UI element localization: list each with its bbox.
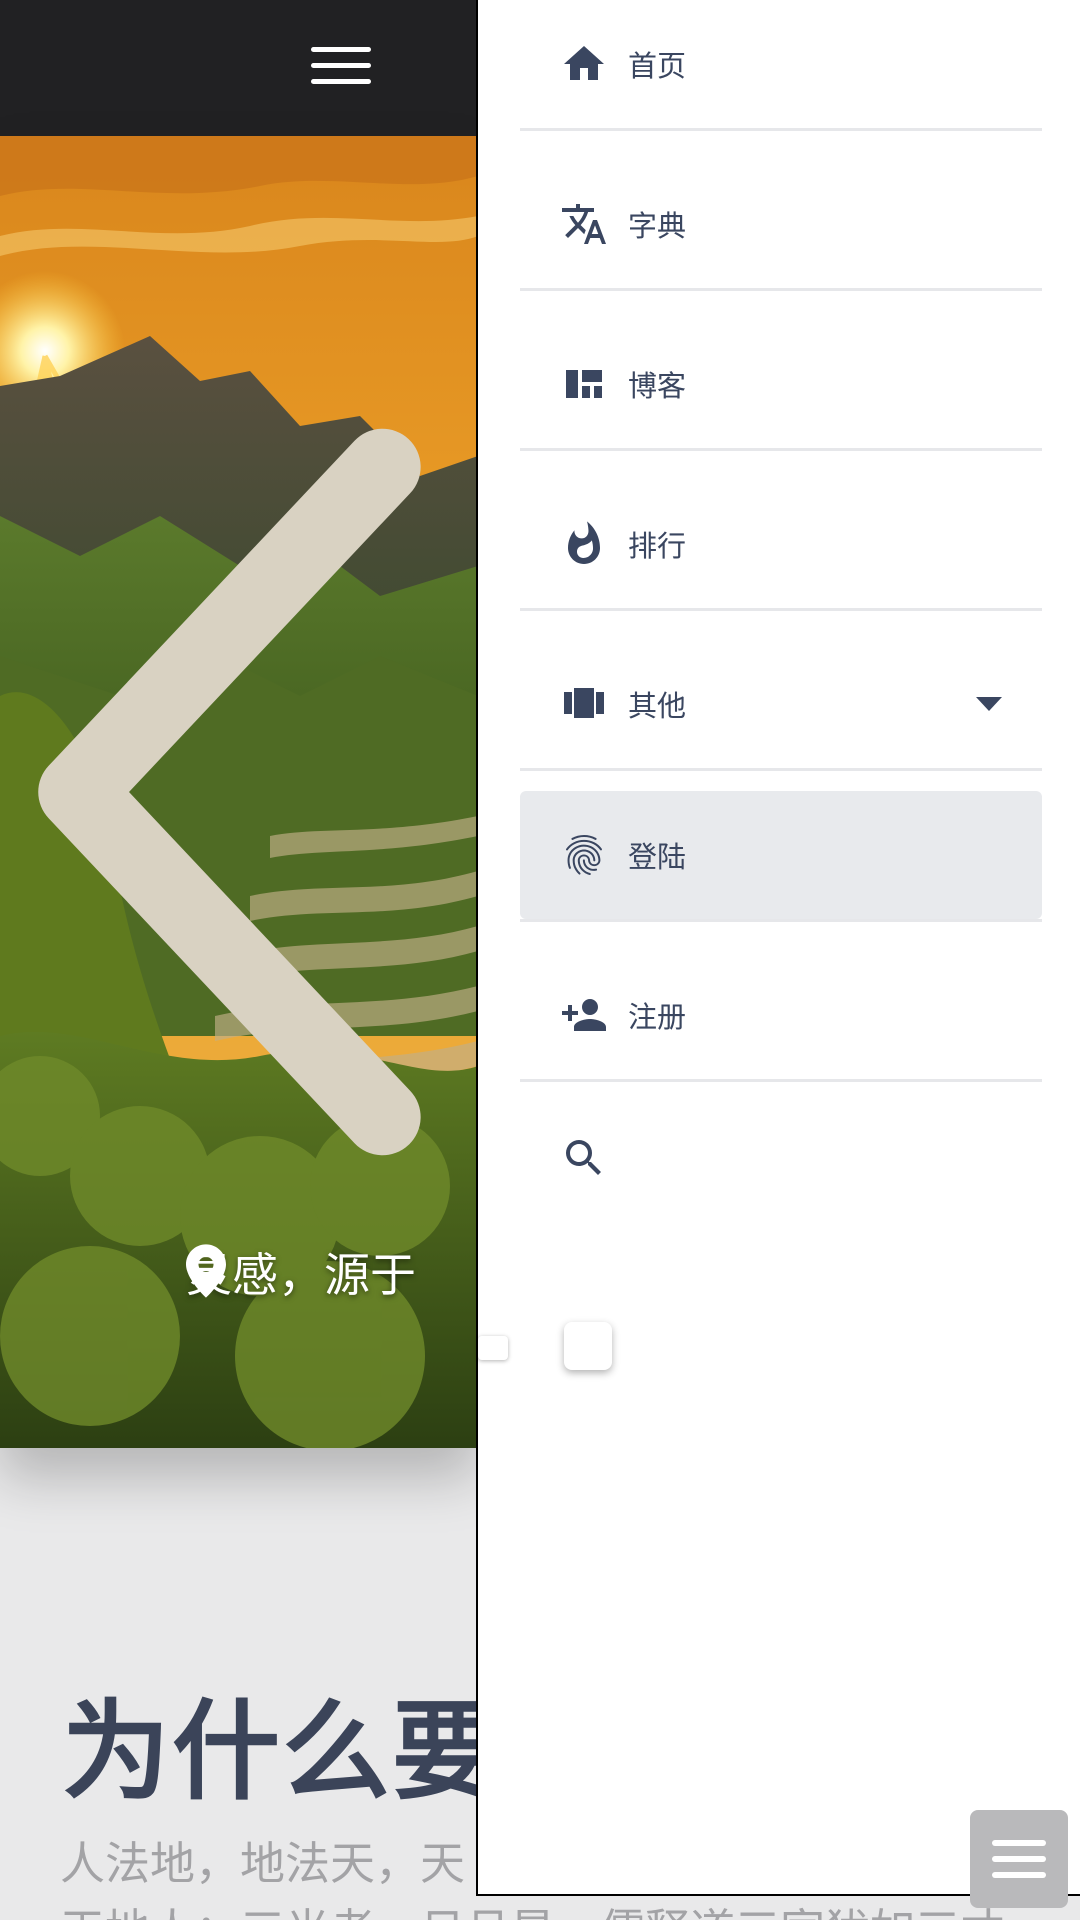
drawer-item-dictionary[interactable]: 字典 xyxy=(520,160,1042,291)
floating-menu-button[interactable] xyxy=(970,1810,1068,1908)
drawer-item-login[interactable]: 登陆 xyxy=(520,791,1042,922)
drawer-item-ranking[interactable]: 排行 xyxy=(520,480,1042,611)
top-nav-bar xyxy=(0,0,478,136)
drawer-item-label: 字典 xyxy=(628,209,687,243)
hero-caption: 灵感，源于 xyxy=(186,1244,416,1302)
drawer-item-label: 其他 xyxy=(628,689,687,723)
toggle-switch[interactable] xyxy=(564,1322,612,1370)
dashboard-icon xyxy=(566,370,602,398)
search-icon[interactable] xyxy=(560,1134,608,1182)
drawer-item-label: 博客 xyxy=(628,369,687,403)
fire-icon xyxy=(568,521,600,564)
drawer-item-home[interactable]: 首页 xyxy=(520,0,1042,131)
section-paragraph-line-2: 天地人；三光者，日月星，儒释道三家犹如三才 xyxy=(60,1894,1005,1920)
drawer-item-other[interactable]: 其他 xyxy=(520,640,1042,771)
location-pin-icon xyxy=(186,1244,226,1298)
hero-carousel: 灵感，源于 xyxy=(0,136,478,1448)
hamburger-icon[interactable] xyxy=(311,45,371,87)
person-add-icon xyxy=(562,999,606,1031)
toggle-track xyxy=(478,1336,508,1360)
fingerprint-icon xyxy=(565,835,602,875)
caret-down-icon xyxy=(976,697,1002,711)
side-drawer: 首页 字典 博客 排行 其他 登陆 注册 xyxy=(476,0,1080,1896)
section-paragraph-line: 人法地，地法天，天 xyxy=(60,1837,466,1890)
drawer-item-register[interactable]: 注册 xyxy=(520,951,1042,1082)
drawer-item-blog[interactable]: 博客 xyxy=(520,320,1042,451)
translate-icon xyxy=(562,204,606,244)
drawer-item-label: 排行 xyxy=(628,529,687,563)
view-carousel-icon xyxy=(564,688,604,718)
drawer-item-label: 登陆 xyxy=(628,840,687,874)
drawer-item-label: 注册 xyxy=(628,1000,687,1034)
drawer-item-label: 首页 xyxy=(628,49,687,83)
home-icon xyxy=(564,46,604,80)
